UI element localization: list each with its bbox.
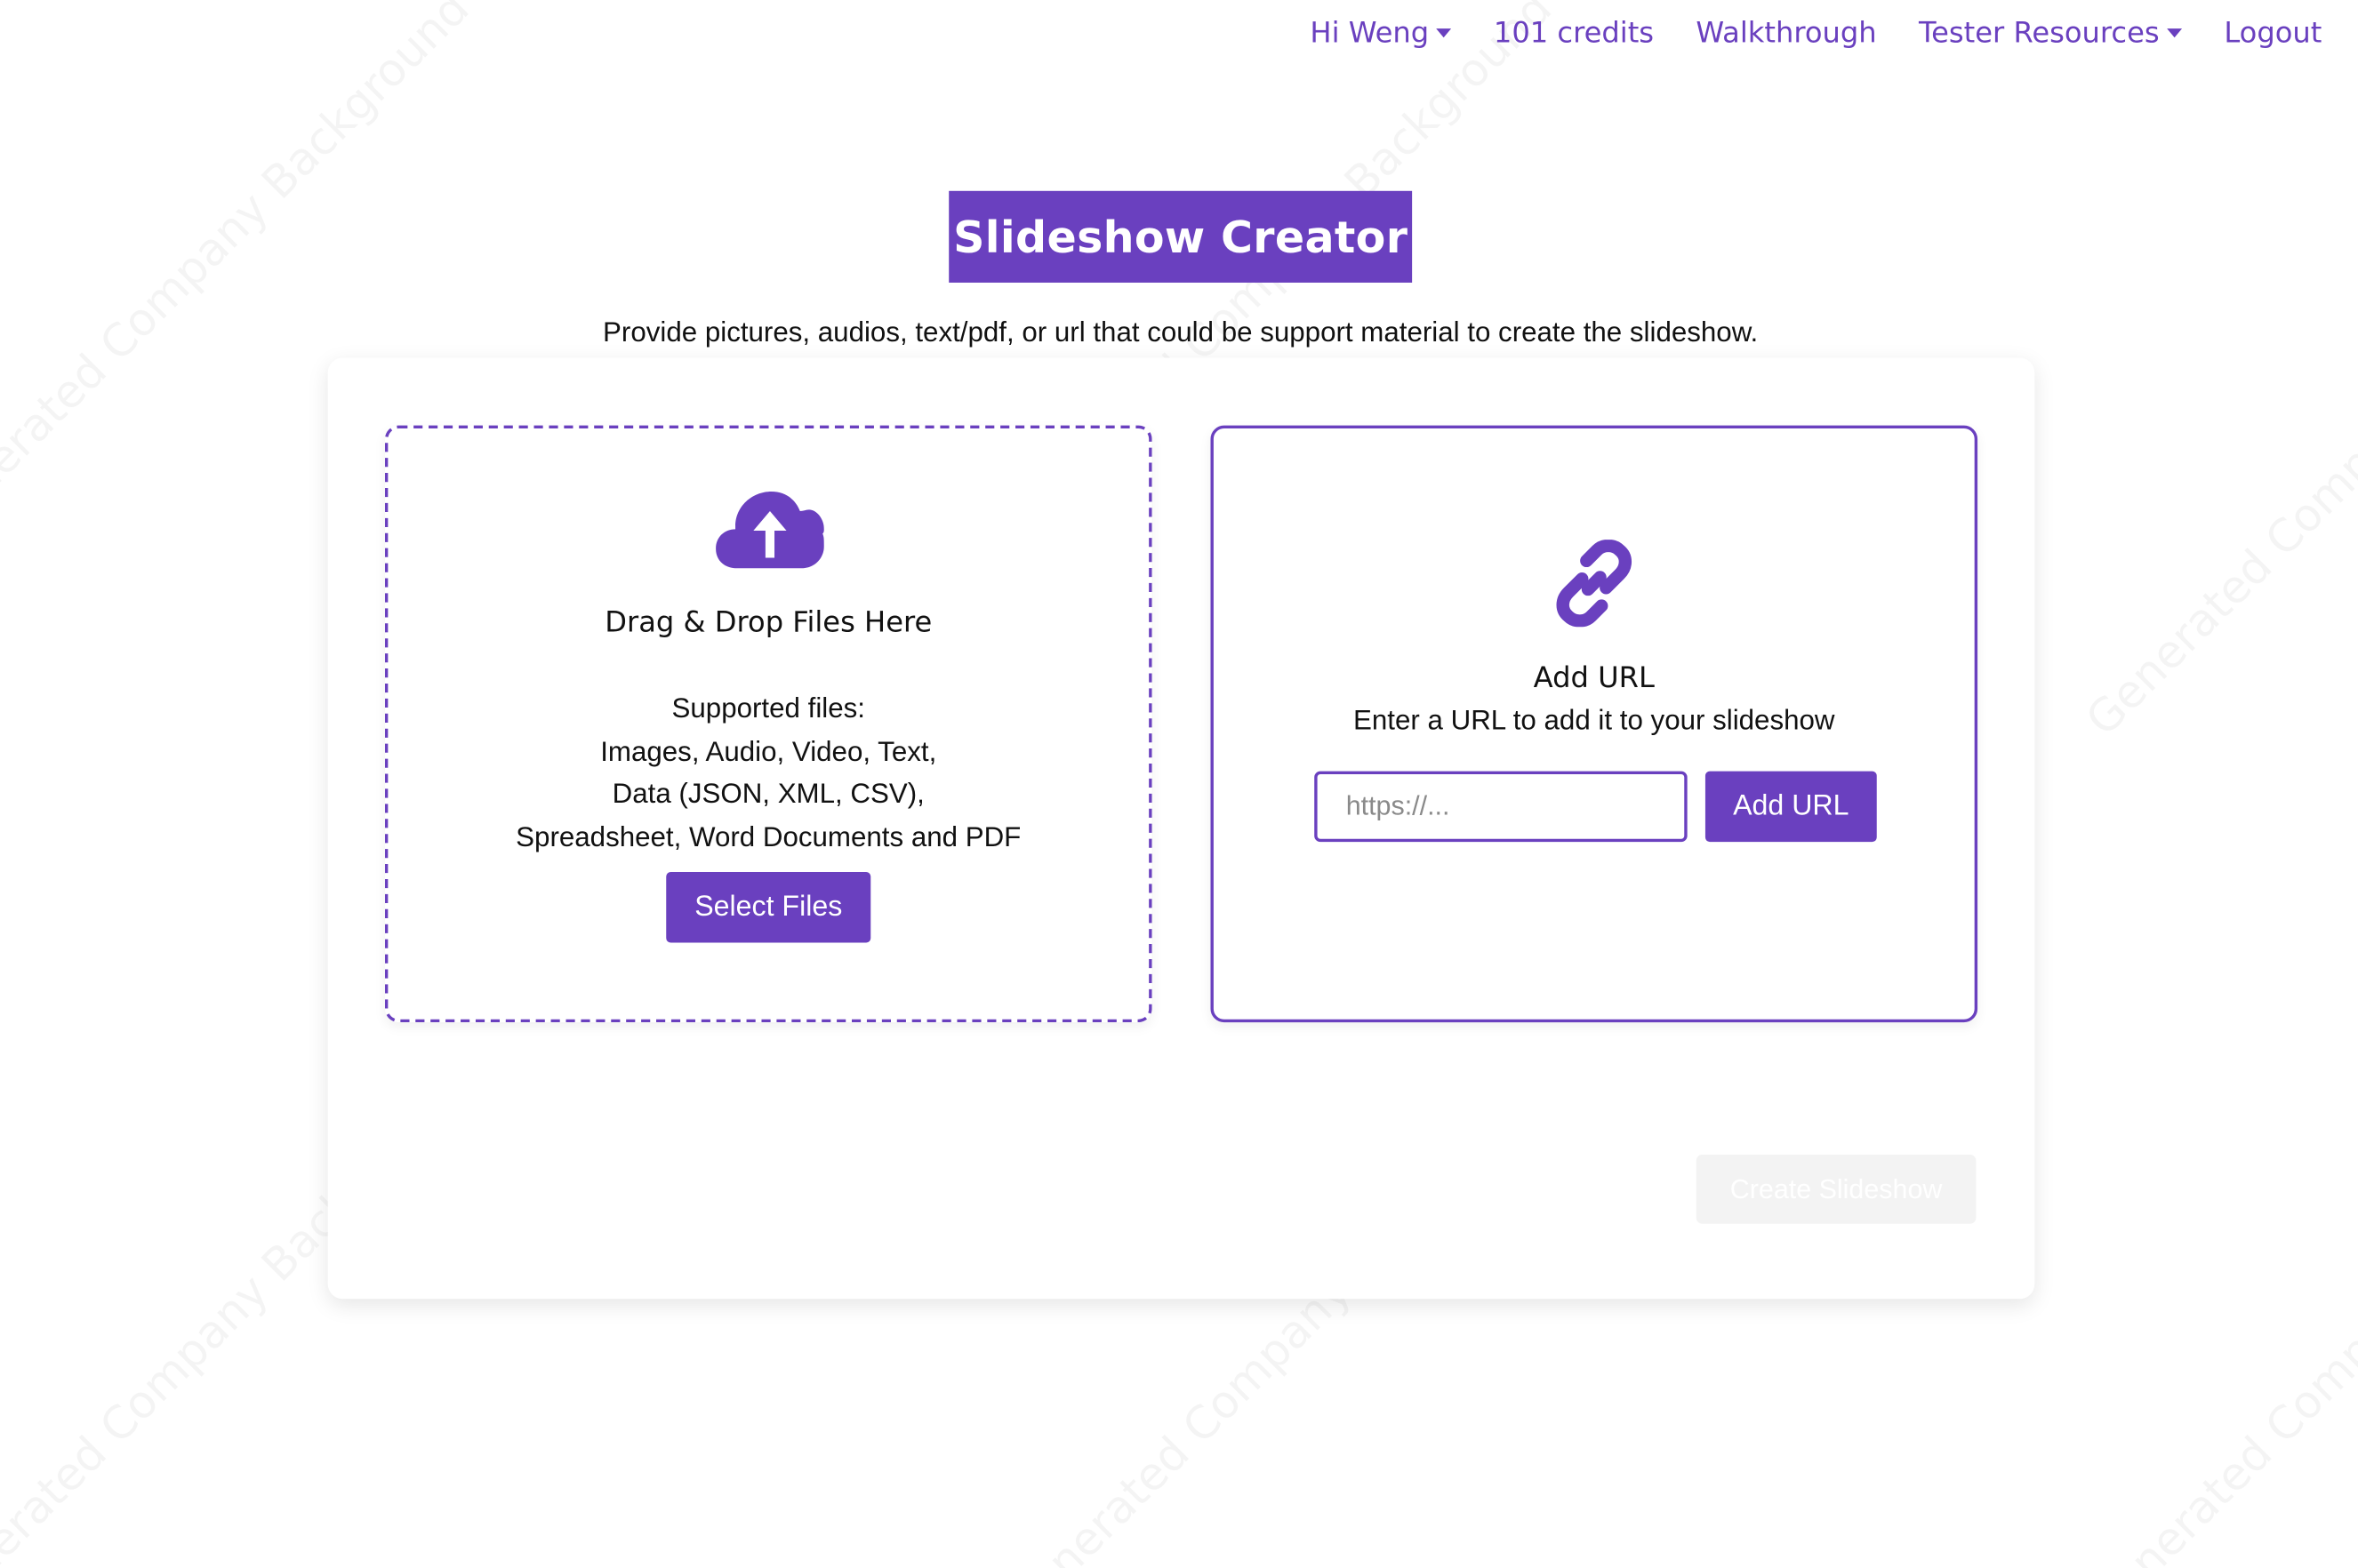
tester-resources-menu[interactable]: Tester Resources (1919, 17, 2182, 50)
supported-line: Data (JSON, XML, CSV), (612, 777, 925, 809)
page-subtitle: Provide pictures, audios, text/pdf, or u… (603, 316, 1759, 348)
user-greeting: Hi Weng (1310, 16, 1430, 50)
supported-line: Images, Audio, Video, Text, (600, 734, 937, 766)
caret-down-icon (1436, 28, 1452, 38)
tester-resources-label: Tester Resources (1918, 16, 2160, 50)
add-url-description: Enter a URL to add it to your slideshow (1353, 703, 1835, 736)
cloud-upload-icon (716, 492, 824, 569)
link-icon (1556, 540, 1632, 628)
select-files-button[interactable]: Select Files (666, 871, 871, 943)
user-menu[interactable]: Hi Weng (1310, 16, 1452, 50)
supported-line: Spreadsheet, Word Documents and PDF (516, 820, 1022, 852)
add-url-button[interactable]: Add URL (1704, 771, 1877, 843)
credits-link[interactable]: 101 credits (1494, 17, 1654, 50)
file-dropzone[interactable]: Drag & Drop Files Here Supported files: … (384, 425, 1152, 1023)
top-nav: Hi Weng 101 credits Walkthrough Tester R… (1268, 17, 2322, 50)
page-title: Slideshow Creator (949, 190, 1413, 283)
create-slideshow-button[interactable]: Create Slideshow (1696, 1154, 1977, 1224)
logout-link[interactable]: Logout (2224, 17, 2322, 50)
add-url-title: Add URL (1533, 661, 1655, 695)
page: Generated Company Background Generated C… (0, 0, 2358, 1568)
supported-line: Supported files: (671, 691, 865, 724)
url-input[interactable] (1314, 771, 1688, 843)
watermark: Generated Company Background (2076, 178, 2358, 747)
watermark: Generated Company Background (2076, 1065, 2358, 1568)
supported-files-text: Supported files: Images, Audio, Video, T… (388, 687, 1149, 859)
dropzone-title: Drag & Drop Files Here (605, 605, 933, 639)
add-url-panel: Add URL Enter a URL to add it to your sl… (1210, 425, 1978, 1023)
caret-down-icon (2167, 28, 2182, 38)
walkthrough-link[interactable]: Walkthrough (1696, 17, 1876, 50)
